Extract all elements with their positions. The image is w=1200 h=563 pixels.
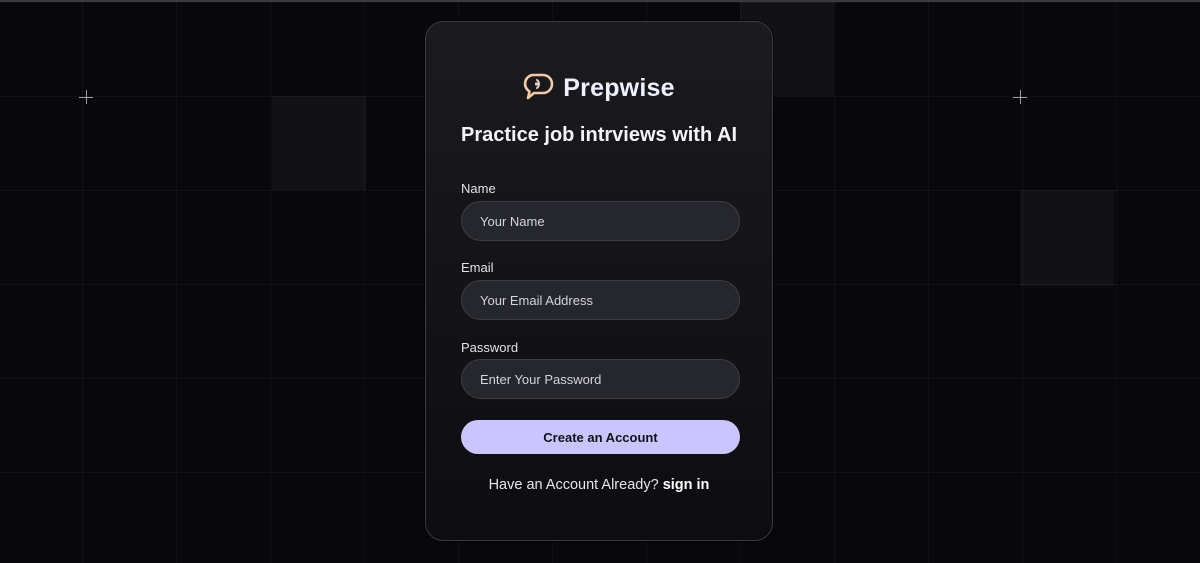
chat-bubble-icon — [523, 72, 555, 105]
signin-link[interactable]: sign in — [663, 477, 710, 493]
email-input[interactable] — [461, 280, 740, 320]
sparkle-icon — [1013, 90, 1027, 104]
password-input[interactable] — [461, 359, 740, 399]
signup-card: Prepwise Practice job intrviews with AI … — [425, 21, 773, 541]
background-tile — [1020, 190, 1114, 286]
sparkle-icon — [79, 90, 93, 104]
background-tile — [272, 96, 366, 190]
brand: Prepwise — [426, 71, 772, 105]
create-account-button[interactable]: Create an Account — [461, 420, 740, 454]
page-title: Practice job intrviews with AI — [461, 124, 737, 146]
signin-prompt: Have an Account Already? sign in — [426, 477, 772, 493]
name-input[interactable] — [461, 201, 740, 241]
brand-name: Prepwise — [563, 73, 675, 102]
password-label: Password — [461, 340, 519, 355]
signin-prompt-text: Have an Account Already? — [488, 477, 659, 493]
email-label: Email — [461, 260, 494, 275]
name-label: Name — [461, 181, 496, 196]
